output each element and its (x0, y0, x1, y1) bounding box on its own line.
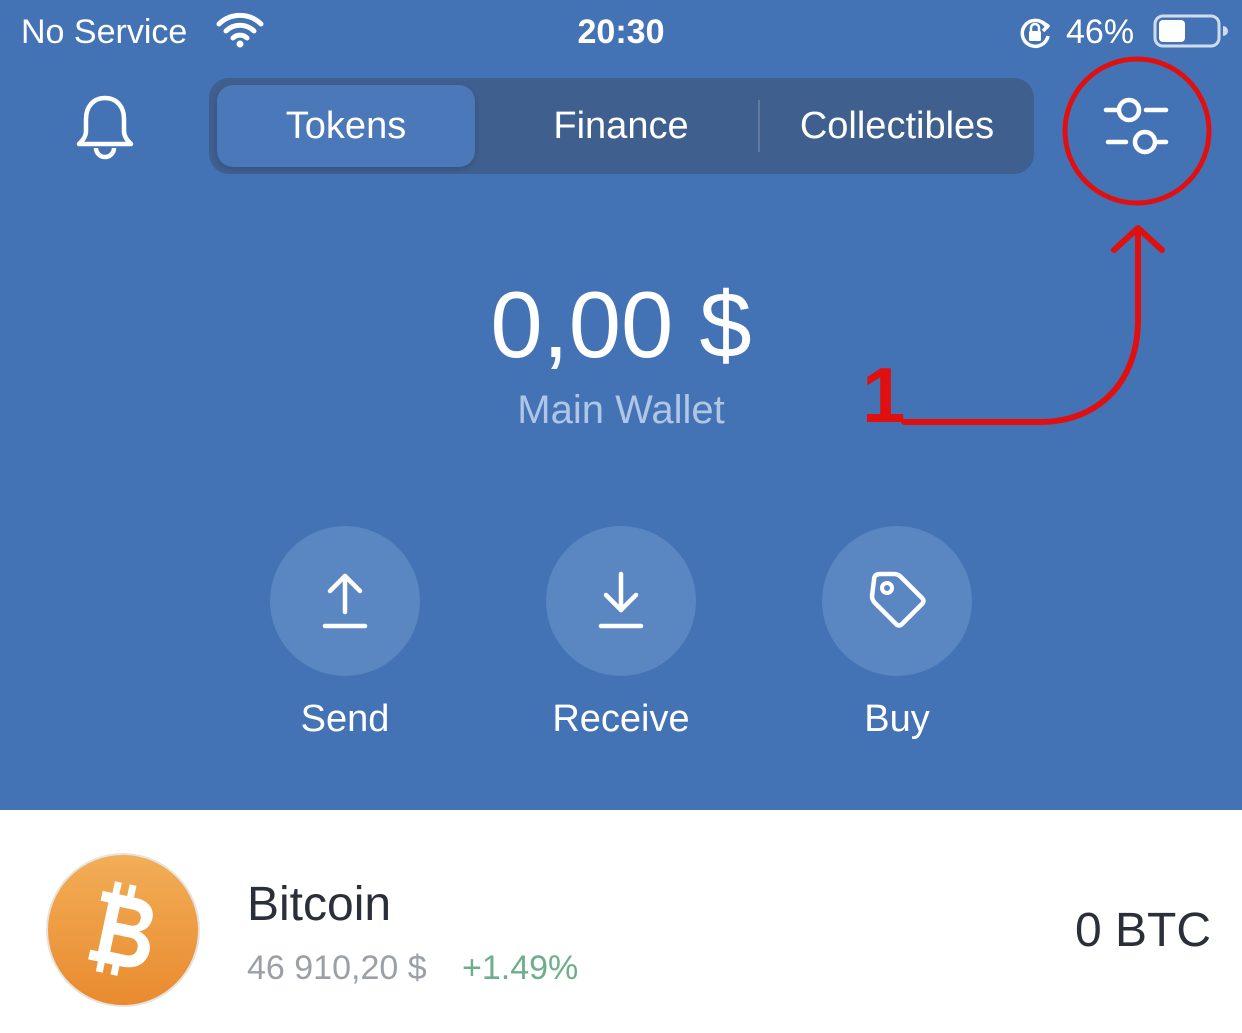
send-button[interactable] (270, 526, 420, 676)
rotation-lock-icon (1020, 18, 1050, 49)
clock: 20:30 (577, 13, 665, 51)
wallet-name[interactable]: Main Wallet (0, 386, 1242, 434)
tab-collectibles[interactable]: Collectibles (760, 78, 1034, 174)
bell-icon[interactable] (72, 92, 138, 160)
token-balance: 0 BTC (1074, 904, 1211, 957)
battery-percent: 46% (1066, 13, 1135, 51)
receive-label: Receive (552, 698, 690, 740)
upload-arrow-icon (322, 573, 368, 629)
token-price: 46 910,20 $ (247, 949, 427, 987)
wallet-header-panel: No Service 20:30 46% Tokens Finance Coll… (0, 0, 1242, 810)
download-arrow-icon (598, 571, 644, 629)
tab-segmented-control: Tokens Finance Collectibles (209, 78, 1034, 174)
token-price-change: +1.49% (462, 949, 579, 987)
annotation-circle (1062, 56, 1212, 206)
token-name: Bitcoin (247, 878, 392, 931)
buy-button[interactable] (822, 526, 972, 676)
tab-tokens[interactable]: Tokens (217, 78, 475, 174)
buy-label: Buy (864, 698, 930, 740)
price-tag-icon (869, 571, 926, 628)
tab-finance[interactable]: Finance (485, 78, 757, 174)
bitcoin-icon (46, 853, 200, 1007)
receive-button[interactable] (546, 526, 696, 676)
battery-icon (1153, 14, 1228, 48)
wallet-balance: 0,00 $ (490, 272, 752, 377)
send-label: Send (300, 698, 390, 740)
